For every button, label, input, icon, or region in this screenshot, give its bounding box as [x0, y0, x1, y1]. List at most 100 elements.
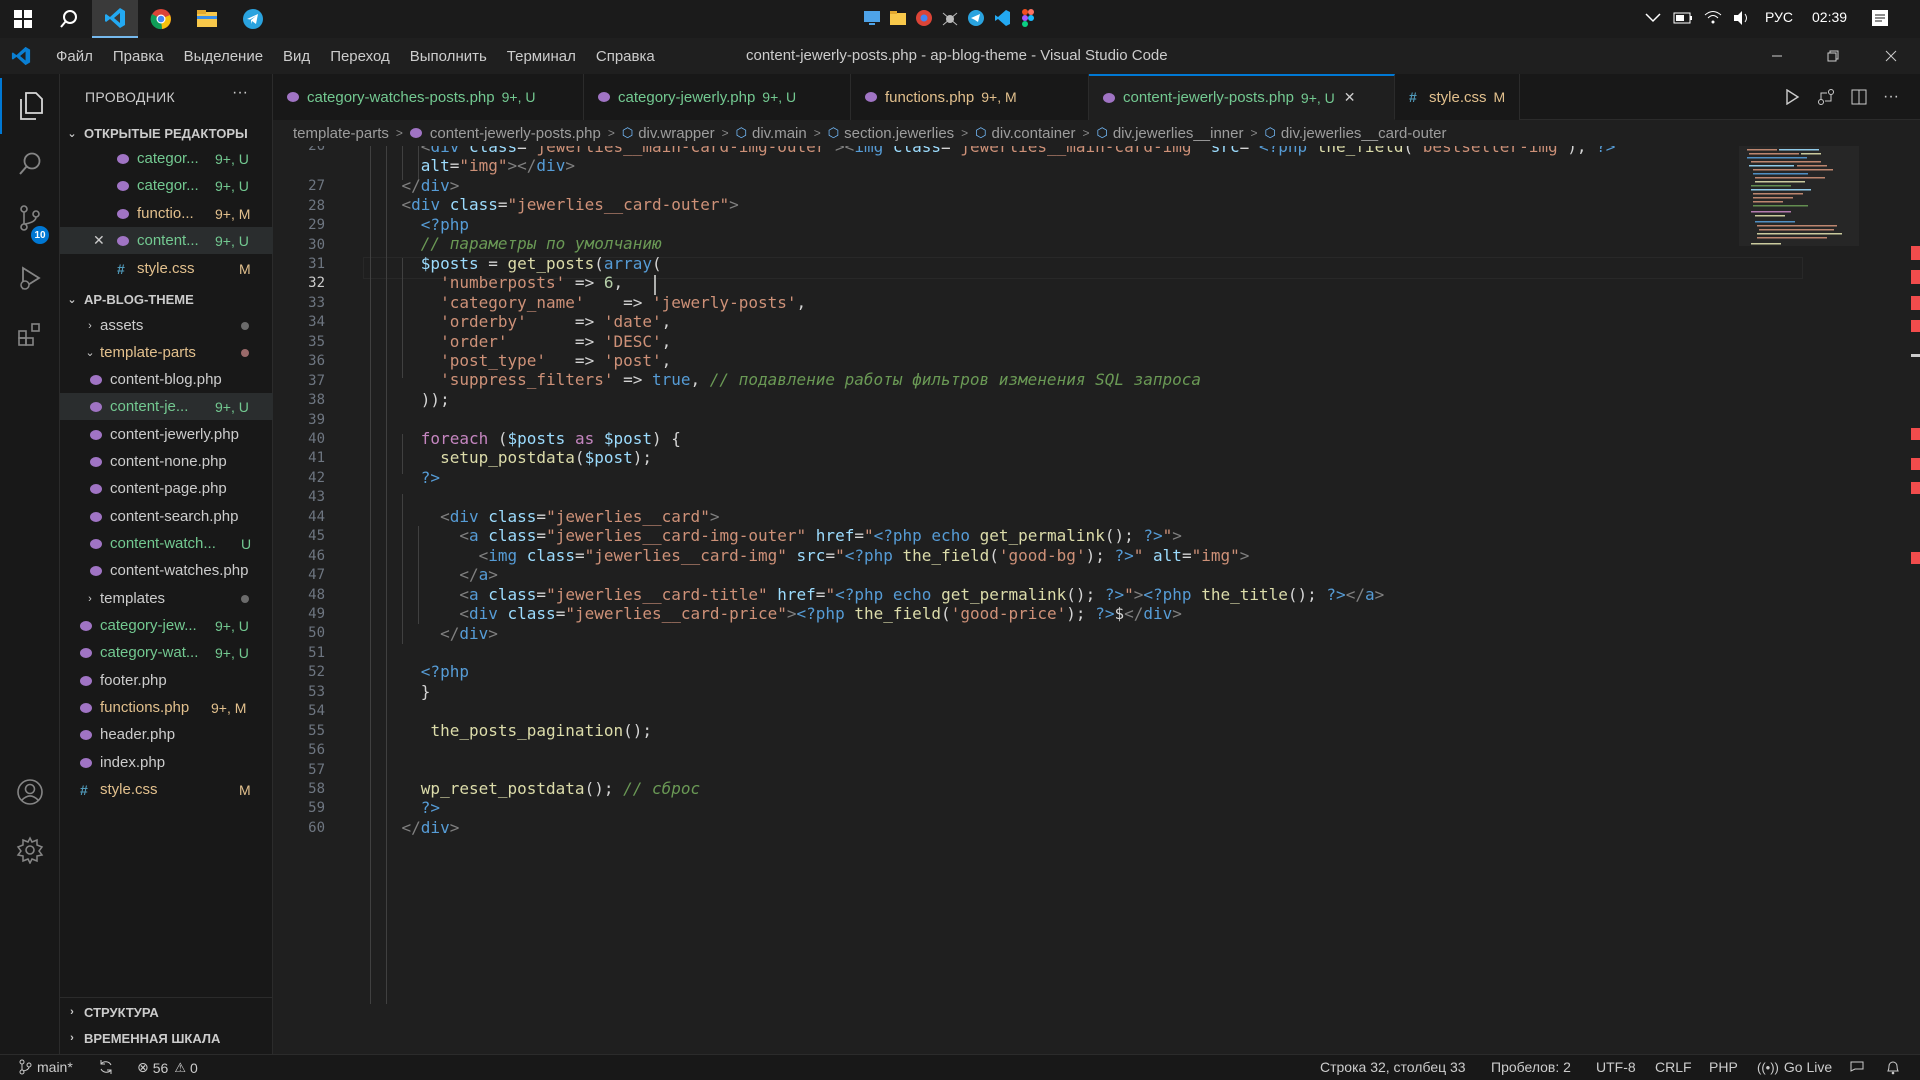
telegram-tray-icon[interactable]	[964, 6, 988, 30]
close-icon[interactable]: ✕	[93, 232, 105, 249]
language-mode[interactable]: PHP	[1709, 1059, 1738, 1075]
notifications-icon[interactable]	[1868, 6, 1892, 30]
close-tab-icon[interactable]: ✕	[1344, 89, 1356, 106]
breadcrumb-item[interactable]: div.jewerlies__inner	[1113, 125, 1244, 142]
scrollbar-markers[interactable]	[1911, 146, 1920, 1054]
end-of-line[interactable]: CRLF	[1655, 1059, 1692, 1075]
open-editors-header[interactable]: ⌄ ОТКРЫТЫЕ РЕДАКТОРЫ	[60, 122, 273, 144]
cursor-position[interactable]: Строка 32, столбец 33	[1320, 1059, 1466, 1075]
menu-file[interactable]: Файл	[46, 48, 103, 65]
go-live-button[interactable]: ((•)) Go Live	[1757, 1059, 1832, 1075]
folder-item[interactable]: › templates	[60, 585, 273, 612]
sync-icon[interactable]	[98, 1059, 114, 1075]
restore-button[interactable]	[1810, 38, 1856, 74]
branch-indicator[interactable]: main*	[18, 1059, 73, 1075]
split-editor-icon[interactable]	[1847, 85, 1871, 109]
breadcrumb-item[interactable]: div.jewerlies__card-outer	[1281, 125, 1447, 142]
feedback-icon[interactable]	[1849, 1059, 1865, 1075]
breadcrumb-item[interactable]: section.jewerlies	[844, 125, 954, 142]
search-view-icon[interactable]	[0, 136, 60, 192]
clock[interactable]: 02:39	[1812, 9, 1847, 25]
tab-content-jewerly-posts[interactable]: content-jewerly-posts.php 9+, U ✕	[1089, 74, 1395, 120]
menu-view[interactable]: Вид	[273, 48, 320, 65]
tab-category-jewerly[interactable]: category-jewerly.php 9+, U	[584, 74, 851, 120]
account-icon[interactable]	[0, 764, 60, 820]
file-item[interactable]: category-wat... 9+, U	[60, 639, 273, 666]
file-item[interactable]: content-page.php	[60, 475, 273, 502]
breadcrumb-item[interactable]: template-parts	[293, 125, 389, 142]
chrome-tray-icon[interactable]	[912, 6, 936, 30]
settings-gear-icon[interactable]	[0, 822, 60, 878]
wifi-icon[interactable]	[1701, 6, 1725, 30]
breadcrumb-item[interactable]: div.container	[992, 125, 1076, 142]
editor-more-icon[interactable]: ···	[1879, 85, 1903, 109]
indentation[interactable]: Пробелов: 2	[1491, 1059, 1571, 1075]
battery-icon[interactable]	[1671, 6, 1695, 30]
menu-edit[interactable]: Правка	[103, 48, 174, 65]
monitor-tray-icon[interactable]	[860, 6, 884, 30]
file-item[interactable]: category-jew... 9+, U	[60, 612, 273, 639]
file-item[interactable]: functions.php 9+, M	[60, 694, 273, 721]
open-editor-item[interactable]: categor... 9+, U	[60, 172, 273, 199]
more-actions-icon[interactable]: ···	[232, 84, 248, 102]
menu-help[interactable]: Справка	[586, 48, 665, 65]
tab-functions[interactable]: functions.php 9+, M	[851, 74, 1089, 120]
menu-selection[interactable]: Выделение	[174, 48, 273, 65]
open-editor-item[interactable]: categor... 9+, U	[60, 145, 273, 172]
encoding[interactable]: UTF-8	[1596, 1059, 1636, 1075]
vscode-taskbar-icon[interactable]	[92, 0, 138, 38]
folder-tray-icon[interactable]	[886, 6, 910, 30]
source-control-icon[interactable]	[0, 190, 60, 246]
breadcrumb-item[interactable]: div.wrapper	[638, 125, 714, 142]
figma-tray-icon[interactable]	[1016, 6, 1040, 30]
open-editor-item-active[interactable]: ✕ content... 9+, U	[60, 227, 273, 254]
breadcrumb-item[interactable]: content-jewerly-posts.php	[430, 125, 601, 142]
minimize-button[interactable]	[1754, 38, 1800, 74]
search-icon[interactable]	[46, 0, 92, 38]
file-item[interactable]: content-search.php	[60, 503, 273, 530]
run-debug-icon[interactable]	[0, 250, 60, 306]
menu-go[interactable]: Переход	[320, 48, 400, 65]
file-item[interactable]: # style.css M	[60, 776, 273, 803]
timeline-header[interactable]: › ВРЕМЕННАЯ ШКАЛА	[60, 1027, 273, 1049]
code-editor[interactable]: 26 27 28 29 30 31 32 33 34 35 36 37 38 3…	[273, 146, 1920, 1054]
volume-icon[interactable]	[1730, 6, 1754, 30]
open-editor-item[interactable]: # style.css M	[60, 255, 273, 282]
outline-header[interactable]: › СТРУКТУРА	[60, 1001, 273, 1023]
file-item[interactable]: header.php	[60, 721, 273, 748]
folder-item[interactable]: › assets	[60, 312, 273, 339]
chevron-right-icon: ›	[88, 319, 92, 332]
breadcrumb-item[interactable]: div.main	[752, 125, 807, 142]
chrome-icon[interactable]	[138, 0, 184, 38]
windows-start-icon[interactable]	[0, 0, 46, 38]
tab-category-watches-posts[interactable]: category-watches-posts.php 9+, U	[273, 74, 584, 120]
menu-run[interactable]: Выполнить	[400, 48, 497, 65]
spider-tray-icon[interactable]	[938, 6, 962, 30]
file-item[interactable]: footer.php	[60, 667, 273, 694]
minimap[interactable]	[1739, 146, 1859, 1054]
file-item[interactable]: index.php	[60, 749, 273, 776]
file-item-active[interactable]: content-je... 9+, U	[60, 393, 273, 420]
keyboard-language[interactable]: РУС	[1765, 9, 1793, 25]
explorer-icon[interactable]	[0, 78, 60, 134]
tab-style-css[interactable]: # style.css M	[1395, 74, 1520, 120]
close-window-button[interactable]	[1868, 38, 1914, 74]
file-item[interactable]: content-blog.php	[60, 366, 273, 393]
project-header[interactable]: ⌄ AP-BLOG-THEME	[60, 288, 273, 310]
extensions-icon[interactable]	[0, 306, 60, 362]
vscode-tray-icon[interactable]	[990, 6, 1014, 30]
chevron-up-tray-icon[interactable]	[1641, 6, 1665, 30]
compare-changes-icon[interactable]	[1814, 85, 1838, 109]
file-item[interactable]: content-watches.php	[60, 557, 273, 584]
run-file-icon[interactable]	[1780, 85, 1804, 109]
menu-terminal[interactable]: Терминал	[497, 48, 586, 65]
folder-item[interactable]: ⌄ template-parts	[60, 339, 273, 366]
file-explorer-icon[interactable]	[184, 0, 230, 38]
problems-indicator[interactable]: ⊗ 56 ⚠ 0	[137, 1059, 198, 1076]
open-editor-item[interactable]: functio... 9+, M	[60, 200, 273, 227]
file-item[interactable]: content-jewerly.php	[60, 421, 273, 448]
file-item[interactable]: content-watch... U	[60, 530, 273, 557]
telegram-icon[interactable]	[230, 0, 276, 38]
file-item[interactable]: content-none.php	[60, 448, 273, 475]
notifications-bell-icon[interactable]	[1885, 1059, 1901, 1075]
